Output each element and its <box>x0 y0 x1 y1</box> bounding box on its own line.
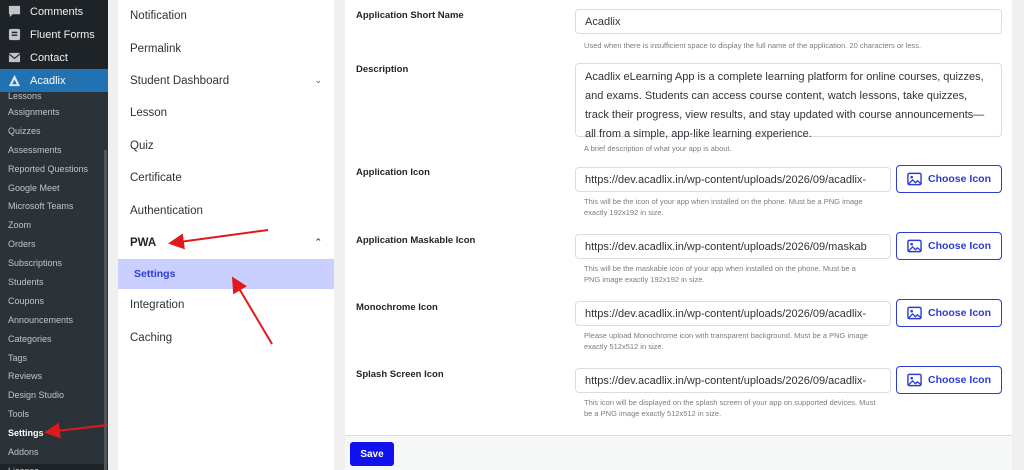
maskable-icon-choose-button[interactable]: Choose Icon <box>896 232 1002 260</box>
wp-submenu-tags[interactable]: Tags <box>0 349 108 368</box>
mail-icon <box>8 52 21 63</box>
wp-submenu-orders[interactable]: Orders <box>0 235 108 254</box>
chevron-down-icon: ⌄ <box>314 75 322 86</box>
image-icon <box>907 306 922 320</box>
comment-icon <box>8 5 21 18</box>
description-textarea[interactable]: Acadlix eLearning App is a complete lear… <box>575 63 1002 140</box>
app-icon-help: This will be the icon of your app when i… <box>584 197 863 217</box>
nav-item-label: Quiz <box>130 139 154 152</box>
wp-menu-label: Contact <box>30 51 68 64</box>
maskable-icon-label: Application Maskable Icon <box>356 235 476 246</box>
nav-item-notification[interactable]: Notification <box>118 0 334 32</box>
wp-submenu-reviews[interactable]: Reviews <box>0 367 108 386</box>
wp-menu-contact[interactable]: Contact <box>0 46 108 69</box>
page-root: Comments Fluent Forms Contact Acadlix Le… <box>0 0 1024 470</box>
image-icon <box>907 373 922 387</box>
monochrome-icon-help: Please upload Monochrome icon with trans… <box>584 331 868 351</box>
nav-item-label: PWA <box>130 236 157 249</box>
acadlix-logo-icon <box>8 74 21 87</box>
wp-submenu-settings[interactable]: Settings <box>0 424 108 443</box>
forms-icon <box>8 28 21 41</box>
short-name-input[interactable]: Acadlix <box>575 9 1002 34</box>
wp-submenu-students[interactable]: Students <box>0 273 108 292</box>
short-name-label: Application Short Name <box>356 10 464 21</box>
wp-submenu-lessons[interactable]: Lessons <box>0 92 108 103</box>
settings-nav-panel: Notification Permalink Student Dashboard… <box>118 0 334 470</box>
wp-submenu-announcements[interactable]: Announcements <box>0 311 108 330</box>
wp-submenu-tools[interactable]: Tools <box>0 405 108 424</box>
sidebar-scrollbar[interactable] <box>104 150 107 470</box>
wp-menu-acadlix[interactable]: Acadlix <box>0 69 108 92</box>
wp-menu-label: Comments <box>30 5 84 18</box>
wp-submenu-zoom[interactable]: Zoom <box>0 216 108 235</box>
description-label: Description <box>356 64 409 75</box>
nav-item-label: Lesson <box>130 107 168 120</box>
splash-icon-help: This icon will be displayed on the splas… <box>584 398 876 418</box>
wp-submenu-reported-questions[interactable]: Reported Questions <box>0 160 108 179</box>
form-footer: Save <box>345 435 1012 470</box>
chevron-up-icon: ⌃ <box>314 237 322 248</box>
choose-icon-label: Choose Icon <box>927 307 991 319</box>
nav-item-label: Notification <box>130 10 187 23</box>
nav-item-pwa[interactable]: PWA ⌃ <box>118 227 334 259</box>
nav-item-authentication[interactable]: Authentication <box>118 194 334 226</box>
nav-item-label: Integration <box>130 299 185 312</box>
splash-icon-input[interactable]: https://dev.acadlix.in/wp-content/upload… <box>575 368 891 393</box>
nav-item-label: Caching <box>130 331 173 344</box>
nav-item-quiz[interactable]: Quiz <box>118 130 334 162</box>
splash-icon-label: Splash Screen Icon <box>356 369 444 380</box>
nav-item-caching[interactable]: Caching <box>118 322 334 354</box>
wp-submenu-assessments[interactable]: Assessments <box>0 141 108 160</box>
nav-item-integration[interactable]: Integration <box>118 289 334 321</box>
save-button[interactable]: Save <box>350 442 394 466</box>
image-icon <box>907 239 922 253</box>
wp-submenu-subscriptions[interactable]: Subscriptions <box>0 254 108 273</box>
wp-menu-comments[interactable]: Comments <box>0 0 108 23</box>
monochrome-icon-label: Monochrome Icon <box>356 302 438 313</box>
choose-icon-label: Choose Icon <box>927 173 991 185</box>
nav-item-permalink[interactable]: Permalink <box>118 32 334 64</box>
app-icon-input[interactable]: https://dev.acadlix.in/wp-content/upload… <box>575 167 891 192</box>
nav-item-label: Authentication <box>130 204 203 217</box>
wp-submenu-assignments[interactable]: Assignments <box>0 103 108 122</box>
description-help: A brief description of what your app is … <box>584 144 732 153</box>
wp-menu-label: Acadlix <box>30 74 66 87</box>
image-icon <box>907 172 922 186</box>
monochrome-icon-input[interactable]: https://dev.acadlix.in/wp-content/upload… <box>575 301 891 326</box>
wp-submenu-coupons[interactable]: Coupons <box>0 292 108 311</box>
nav-item-certificate[interactable]: Certificate <box>118 162 334 194</box>
wp-menu-label: Fluent Forms <box>30 28 95 41</box>
splash-icon-choose-button[interactable]: Choose Icon <box>896 366 1002 394</box>
wp-submenu: Lessons Assignments Quizzes Assessments … <box>0 92 108 470</box>
nav-item-label: Permalink <box>130 42 182 55</box>
wp-submenu-categories[interactable]: Categories <box>0 330 108 349</box>
nav-item-label: Certificate <box>130 172 182 185</box>
wp-submenu-google-meet[interactable]: Google Meet <box>0 179 108 198</box>
nav-item-lesson[interactable]: Lesson <box>118 97 334 129</box>
pwa-settings-form: Application Short Name Acadlix Used when… <box>345 0 1012 470</box>
monochrome-icon-choose-button[interactable]: Choose Icon <box>896 299 1002 327</box>
app-icon-label: Application Icon <box>356 167 430 178</box>
wp-submenu-license[interactable]: License <box>0 462 108 470</box>
nav-item-student-dashboard[interactable]: Student Dashboard ⌄ <box>118 65 334 97</box>
app-icon-choose-button[interactable]: Choose Icon <box>896 165 1002 193</box>
nav-subitem-label: Settings <box>134 268 176 281</box>
nav-subitem-pwa-settings[interactable]: Settings <box>118 259 334 290</box>
maskable-icon-input[interactable]: https://dev.acadlix.in/wp-content/upload… <box>575 234 891 259</box>
choose-icon-label: Choose Icon <box>927 240 991 252</box>
wp-admin-sidebar: Comments Fluent Forms Contact Acadlix Le… <box>0 0 108 470</box>
nav-item-label: Student Dashboard <box>130 74 230 87</box>
wp-submenu-microsoft-teams[interactable]: Microsoft Teams <box>0 197 108 216</box>
wp-submenu-design-studio[interactable]: Design Studio <box>0 386 108 405</box>
maskable-icon-help: This will be the maskable icon of your a… <box>584 264 856 284</box>
choose-icon-label: Choose Icon <box>927 374 991 386</box>
wp-submenu-addons[interactable]: Addons <box>0 443 108 462</box>
wp-submenu-quizzes[interactable]: Quizzes <box>0 122 108 141</box>
wp-menu-fluent-forms[interactable]: Fluent Forms <box>0 23 108 46</box>
short-name-help: Used when there is insufficient space to… <box>584 41 922 50</box>
